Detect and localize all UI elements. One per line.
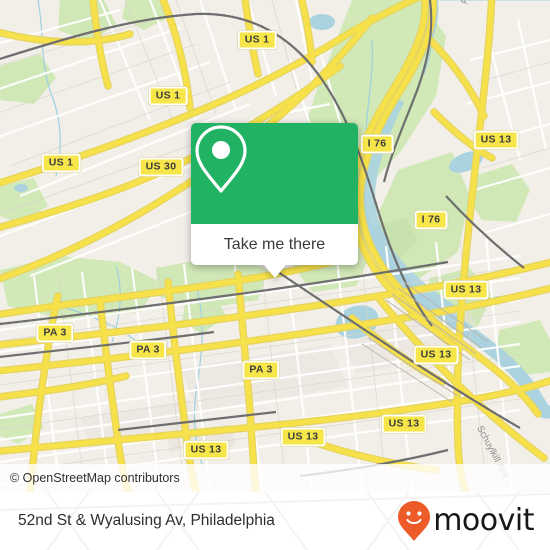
- highway-shield-us13-f: US 13: [183, 440, 229, 460]
- highway-shield-us1-a: US 1: [237, 30, 277, 50]
- take-me-there-label: Take me there: [223, 235, 326, 253]
- popup-header: [191, 123, 358, 224]
- highway-shield-us13-a: US 13: [473, 130, 519, 150]
- map-popup-card[interactable]: Take me there: [191, 123, 358, 278]
- highway-shield-us30: US 30: [138, 157, 184, 177]
- highway-shield-us1-c: US 1: [41, 153, 81, 173]
- place-title: 52nd St & Wyalusing Av, Philadelphia: [18, 512, 275, 529]
- highway-shield-us13-b: US 13: [443, 280, 489, 300]
- moovit-wordmark: moovit: [433, 503, 534, 538]
- highway-shield-us13-d: US 13: [381, 414, 427, 434]
- attribution-bar: © OpenStreetMap contributors: [0, 464, 550, 492]
- moovit-brand[interactable]: moovit: [397, 500, 550, 542]
- highway-shield-us13-c: US 13: [413, 345, 459, 365]
- moovit-pin-icon: [398, 501, 431, 541]
- bottom-bar: 52nd St & Wyalusing Av, Philadelphia moo…: [0, 492, 550, 550]
- highway-shield-us13-e: US 13: [280, 427, 326, 447]
- osm-attribution-text[interactable]: © OpenStreetMap contributors: [0, 471, 180, 485]
- popup-footer[interactable]: Take me there: [191, 224, 358, 278]
- highway-shield-pa3-a: PA 3: [36, 323, 74, 343]
- map-canvas[interactable]: River Schuylkill Ave US 1 US 1 US 1 US 3…: [0, 0, 550, 492]
- highway-shield-pa3-b: PA 3: [129, 340, 167, 360]
- highway-shield-i76-a: I 76: [360, 134, 394, 154]
- highway-shield-i76-b: I 76: [414, 210, 448, 230]
- map-pin-icon: [195, 125, 247, 193]
- highway-shield-pa3-c: PA 3: [242, 360, 280, 380]
- highway-shield-us1-b: US 1: [148, 86, 188, 106]
- popup-tail: [263, 265, 286, 278]
- screenshot-root: River Schuylkill Ave US 1 US 1 US 1 US 3…: [0, 0, 550, 550]
